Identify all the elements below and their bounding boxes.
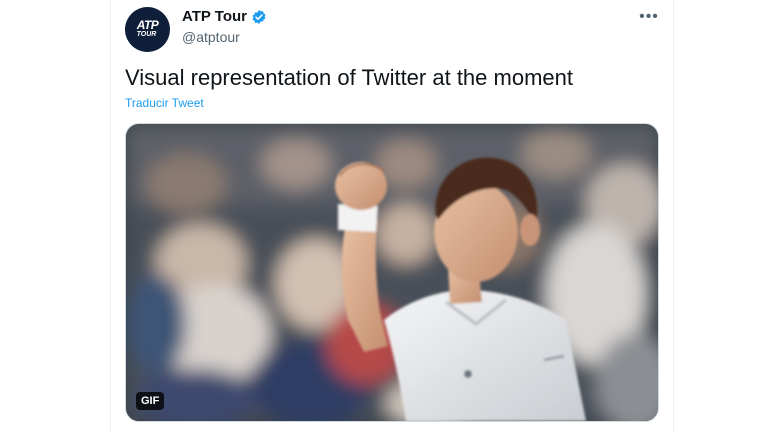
gif-badge: GIF xyxy=(136,392,165,410)
verified-badge-icon xyxy=(251,9,267,25)
more-options-icon[interactable]: ••• xyxy=(639,8,659,25)
tweet-text: Visual representation of Twitter at the … xyxy=(125,65,573,90)
display-name[interactable]: ATP Tour xyxy=(182,8,247,25)
tweet-media-gif[interactable]: GIF xyxy=(125,123,659,422)
translate-tweet-link[interactable]: Traducir Tweet xyxy=(125,96,204,110)
avatar[interactable]: ATP TOUR xyxy=(125,7,170,52)
gif-frame xyxy=(126,124,658,421)
author-name-row: ATP Tour xyxy=(182,8,267,25)
tweet-card[interactable]: ATP TOUR ATP Tour @atptour ••• Visual re… xyxy=(110,0,674,432)
crowd-background xyxy=(126,124,658,421)
author-handle[interactable]: @atptour xyxy=(182,29,240,45)
atp-logo: ATP TOUR xyxy=(136,17,159,38)
